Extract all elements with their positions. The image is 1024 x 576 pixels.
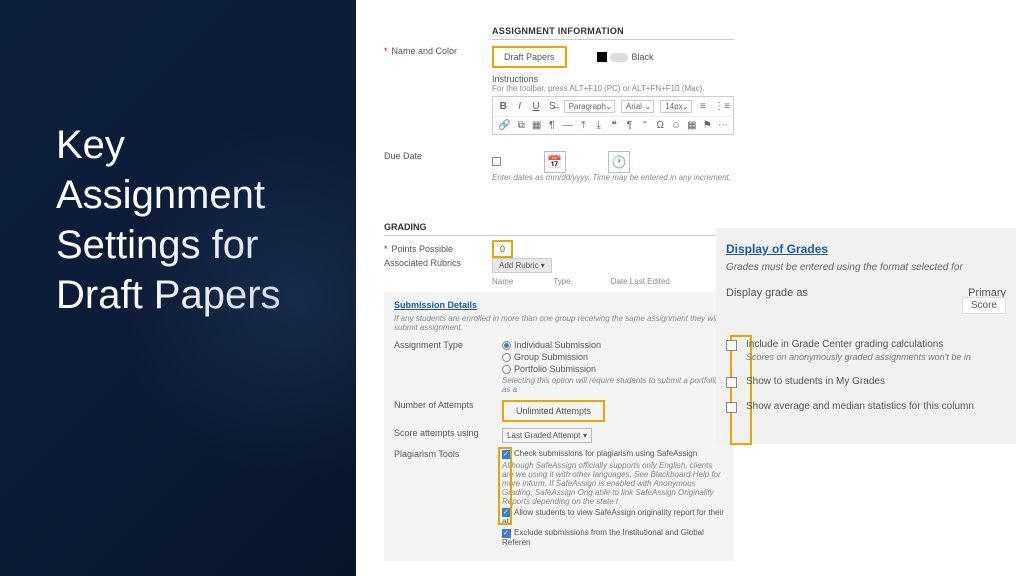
instructions-label: Instructions: [492, 74, 734, 84]
quote2-icon[interactable]: ": [640, 120, 649, 131]
pilcrow-icon[interactable]: ¶: [625, 120, 634, 131]
due-date-label: Due Date: [384, 151, 492, 161]
slide-title: Key Assignment Settings for Draft Papers: [56, 120, 316, 320]
score-select[interactable]: Score: [962, 297, 1006, 314]
atype-hint: Selecting this option will require stude…: [502, 376, 724, 394]
strike-icon[interactable]: S̶: [547, 101, 557, 112]
include-calc-checkbox[interactable]: [726, 340, 737, 351]
para-icon[interactable]: ¶: [547, 120, 556, 131]
table-icon[interactable]: ▦: [687, 120, 696, 131]
attempts-highlight: Unlimited Attempts: [502, 400, 605, 422]
display-grades-link[interactable]: Display of Grades: [726, 242, 1006, 256]
radio-individual[interactable]: [502, 341, 511, 350]
list-icon[interactable]: ≡: [698, 101, 708, 112]
clock-icon[interactable]: 🕐: [608, 151, 630, 173]
display-grades-panel: Display of Grades Grades must be entered…: [716, 228, 1016, 444]
link-icon[interactable]: 🔗: [498, 120, 510, 131]
plag-highlight: [498, 447, 512, 525]
numlist-icon[interactable]: ⋮≡: [714, 101, 728, 112]
show-stats-label: Show average and median statistics for t…: [746, 401, 974, 412]
toolbar-hint: For the toolbar, press ALT+F10 (PC) or A…: [492, 84, 734, 93]
color-picker[interactable]: Black: [597, 52, 654, 62]
points-value-highlight[interactable]: 0: [492, 240, 513, 258]
paragraph-select[interactable]: Paragraph: [564, 100, 615, 113]
assignment-type-label: Assignment Type: [394, 340, 502, 350]
color-swatch: [597, 52, 607, 62]
submission-hint: If any students are enrolled in more tha…: [394, 314, 724, 332]
show-students-checkbox[interactable]: [726, 377, 737, 388]
col-date: Date Last Edited: [611, 277, 670, 286]
image-icon[interactable]: ▦: [532, 120, 541, 131]
emoji-icon[interactable]: ☺: [671, 120, 681, 131]
plag-note: Although SafeAssign officially supports …: [502, 461, 724, 506]
display-as-label: Display grade as: [726, 287, 808, 311]
points-label: Points Possible: [392, 244, 454, 254]
font-select[interactable]: Arial: [621, 100, 654, 113]
section-header: ASSIGNMENT INFORMATION: [492, 26, 734, 40]
underline-icon[interactable]: U: [531, 101, 541, 112]
col-name: Name: [492, 277, 513, 286]
hr-icon[interactable]: —: [563, 120, 573, 131]
attempts-label: Number of Attempts: [394, 400, 502, 410]
radio-portfolio[interactable]: [502, 365, 511, 374]
grading-header: GRADING: [384, 222, 734, 236]
show-students-label: Show to students in My Grades: [746, 376, 885, 387]
omega-icon[interactable]: Ω: [656, 120, 665, 131]
attach-icon[interactable]: ⧉: [516, 120, 525, 131]
bold-icon[interactable]: B: [498, 101, 508, 112]
italic-icon[interactable]: I: [514, 101, 524, 112]
submission-details-link[interactable]: Submission Details: [394, 300, 724, 310]
grading-panel: GRADING *Points Possible 0 Associated Ru…: [384, 222, 734, 561]
size-select[interactable]: 14px: [660, 100, 691, 113]
display-hint: Grades must be entered using the format …: [726, 262, 1006, 273]
more-icon[interactable]: ⋯: [718, 120, 728, 131]
show-stats-checkbox[interactable]: [726, 402, 737, 413]
upload-icon[interactable]: ⤒: [579, 120, 588, 131]
rich-text-toolbar[interactable]: B I U S̶ Paragraph Arial 14px ≡ ⋮≡ 🔗 ⧉ ▦…: [492, 96, 734, 135]
col-type: Type: [553, 277, 570, 286]
plag-check-c[interactable]: [502, 529, 511, 538]
score-using-label: Score attempts using: [394, 428, 502, 438]
score-using-select[interactable]: Last Graded Attempt: [502, 428, 592, 443]
calendar-icon[interactable]: 📅: [544, 151, 566, 173]
flag-icon[interactable]: ⚑: [703, 120, 712, 131]
name-value-highlight: Draft Papers: [492, 46, 567, 68]
rubrics-label: Associated Rubrics: [384, 258, 492, 268]
add-rubric-button[interactable]: Add Rubric ▾: [492, 258, 552, 273]
include-calc-label: Include in Grade Center grading calculat…: [746, 339, 943, 350]
assignment-info-panel: ASSIGNMENT INFORMATION *Name and Color D…: [384, 26, 734, 186]
due-hint: Enter dates as mm/dd/yyyy. Time may be e…: [492, 173, 734, 182]
quote-icon[interactable]: ❝: [609, 120, 618, 131]
radio-group[interactable]: [502, 353, 511, 362]
name-label: Name and Color: [392, 46, 458, 56]
download-icon[interactable]: ⤓: [594, 120, 603, 131]
include-calc-note: Scores on anonymously graded assignments…: [746, 352, 1006, 362]
plagiarism-label: Plagiarism Tools: [394, 449, 502, 459]
due-checkbox[interactable]: [492, 157, 501, 166]
